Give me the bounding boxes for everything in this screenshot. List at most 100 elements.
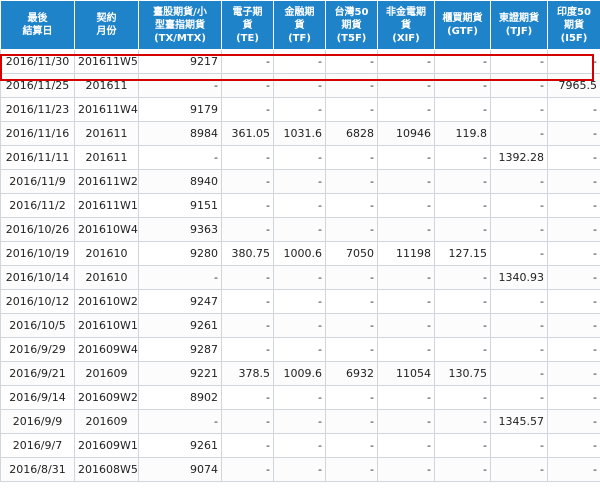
price-cell: - [434, 337, 491, 362]
table-row: 2016/11/16 201611 8984 361.05 1031.6 6828 1094… [0, 121, 600, 146]
price-cell: - [377, 145, 435, 170]
table-row: 2016/11/25 201611- - - - - - -7965.5 [0, 73, 600, 98]
price-cell: - [490, 121, 548, 146]
price-cell: - [434, 289, 491, 314]
contract-month-cell: 201611W1 [74, 193, 139, 218]
settlement-date-cell: 2016/11/30 [0, 49, 75, 74]
contract-month-cell: 201609W2 [74, 385, 139, 410]
price-cell: 6932 [325, 361, 378, 386]
header-contract-month: 契約 月份 [74, 0, 139, 50]
settlement-date-cell: 2016/11/11 [0, 145, 75, 170]
settlement-date-cell: 2016/10/12 [0, 289, 75, 314]
price-cell: - [490, 289, 548, 314]
price-cell: - [273, 337, 326, 362]
table-row: 2016/9/29 201609W4 9287- - - - - - - [0, 337, 600, 362]
price-cell: 1000.6 [273, 241, 326, 266]
price-cell: - [221, 313, 274, 338]
price-cell: - [490, 169, 548, 194]
price-cell: - [138, 73, 222, 98]
header-tx-mtx: 臺股期貨/小 型臺指期貨 (TX/MTX) [138, 0, 222, 50]
contract-month-cell: 201609W4 [74, 337, 139, 362]
price-cell: - [221, 217, 274, 242]
settlement-date-cell: 2016/11/9 [0, 169, 75, 194]
settlement-date-cell: 2016/9/21 [0, 361, 75, 386]
price-cell: - [273, 313, 326, 338]
price-cell: - [221, 169, 274, 194]
contract-month-cell: 201611W5 [74, 49, 139, 74]
table-row: 2016/10/26 201610W4 9363- - - - - - - [0, 217, 600, 242]
price-cell: - [273, 193, 326, 218]
contract-month-cell: 201611W4 [74, 97, 139, 122]
contract-month-cell: 201609W1 [74, 433, 139, 458]
price-cell: - [490, 337, 548, 362]
price-cell: 361.05 [221, 121, 274, 146]
contract-month-cell: 201609 [74, 409, 139, 434]
price-cell: - [221, 73, 274, 98]
price-cell: - [273, 265, 326, 290]
price-cell: - [490, 385, 548, 410]
contract-month-cell: 201608W5 [74, 457, 139, 482]
price-cell: - [377, 97, 435, 122]
table-row: 2016/10/5 201610W1 9261- - - - - - - [0, 313, 600, 338]
price-cell: 9247 [138, 289, 222, 314]
table-row: 2016/10/19 201610 9280 380.75 1000.6 7050 1119… [0, 241, 600, 266]
contract-month-cell: 201611 [74, 121, 139, 146]
price-cell: - [377, 49, 435, 74]
header-i5f: 印度50 期貨 (I5F) [547, 0, 600, 50]
price-cell: - [221, 433, 274, 458]
price-cell: - [221, 409, 274, 434]
price-cell: - [325, 265, 378, 290]
settlement-date-cell: 2016/9/9 [0, 409, 75, 434]
price-cell: 11054 [377, 361, 435, 386]
price-cell: 9363 [138, 217, 222, 242]
price-cell: - [547, 361, 600, 386]
price-cell: 9221 [138, 361, 222, 386]
price-cell: 9280 [138, 241, 222, 266]
price-cell: - [273, 409, 326, 434]
price-cell: - [221, 145, 274, 170]
price-cell: - [138, 265, 222, 290]
settlement-table-container: 最後 結算日 契約 月份 臺股期貨/小 型臺指期貨 (TX/MTX) 電子期 貨 (T… [0, 0, 600, 482]
price-cell: 380.75 [221, 241, 274, 266]
price-cell: - [273, 97, 326, 122]
table-row: 2016/8/31 201608W5 9074- - - - - - - [0, 457, 600, 482]
header-row: 最後 結算日 契約 月份 臺股期貨/小 型臺指期貨 (TX/MTX) 電子期 貨 (T… [0, 0, 600, 50]
price-cell: - [273, 433, 326, 458]
settlement-date-cell: 2016/10/26 [0, 217, 75, 242]
header-tjf: 東證期貨 (TJF) [490, 0, 548, 50]
contract-month-cell: 201611 [74, 145, 139, 170]
price-cell: - [490, 193, 548, 218]
price-cell: - [434, 457, 491, 482]
header-te: 電子期 貨 (TE) [221, 0, 274, 50]
price-cell: 1345.57 [490, 409, 548, 434]
price-cell: - [138, 409, 222, 434]
price-cell: - [490, 73, 548, 98]
price-cell: - [547, 289, 600, 314]
price-cell: - [434, 385, 491, 410]
price-cell: 9287 [138, 337, 222, 362]
price-cell: - [377, 193, 435, 218]
price-cell: - [273, 217, 326, 242]
price-cell: - [434, 73, 491, 98]
price-cell: - [273, 145, 326, 170]
price-cell: - [547, 193, 600, 218]
price-cell: - [490, 49, 548, 74]
price-cell: - [547, 385, 600, 410]
settlement-date-cell: 2016/9/7 [0, 433, 75, 458]
price-cell: - [490, 313, 548, 338]
settlement-date-cell: 2016/10/19 [0, 241, 75, 266]
price-cell: 9217 [138, 49, 222, 74]
price-cell: - [273, 73, 326, 98]
table-row: 2016/11/30 201611W5 9217- - - - - - - [0, 49, 600, 74]
price-cell: - [547, 169, 600, 194]
contract-month-cell: 201610 [74, 241, 139, 266]
price-cell: - [547, 145, 600, 170]
table-header: 最後 結算日 契約 月份 臺股期貨/小 型臺指期貨 (TX/MTX) 電子期 貨 (T… [0, 0, 600, 50]
price-cell: - [490, 457, 548, 482]
price-cell: 8984 [138, 121, 222, 146]
price-cell: - [377, 289, 435, 314]
price-cell: 1392.28 [490, 145, 548, 170]
price-cell: 8902 [138, 385, 222, 410]
contract-month-cell: 201611 [74, 73, 139, 98]
price-cell: - [325, 433, 378, 458]
